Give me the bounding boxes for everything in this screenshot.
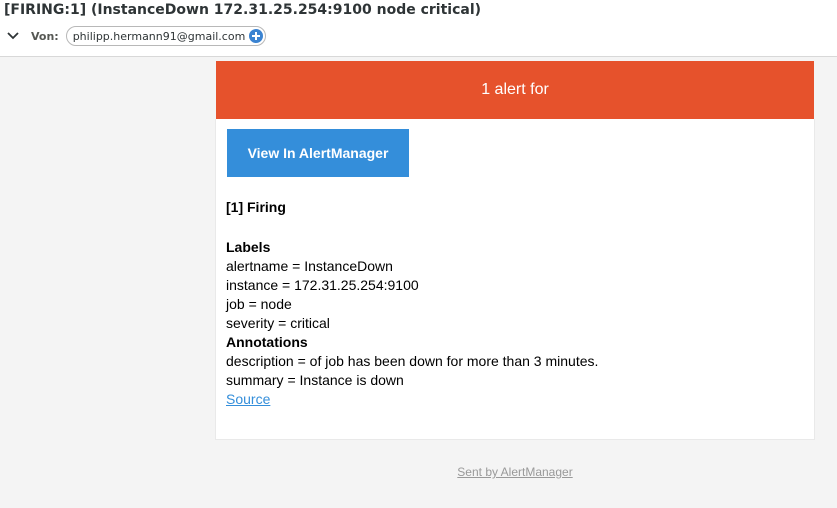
sender-address[interactable]: philipp.hermann91@gmail.com <box>73 30 246 43</box>
annotation-line: summary = Instance is down <box>226 372 404 388</box>
view-in-alertmanager-button[interactable]: View In AlertManager <box>227 129 409 177</box>
label-line: alertname = InstanceDown <box>226 258 393 274</box>
from-row: Von: philipp.hermann91@gmail.com <box>6 26 267 46</box>
chevron-down-icon[interactable] <box>6 29 20 43</box>
alert-banner: 1 alert for <box>216 61 814 119</box>
add-contact-icon[interactable] <box>249 29 264 43</box>
labels-heading: Labels <box>226 239 271 255</box>
label-line: severity = critical <box>226 315 330 331</box>
firing-heading: [1] Firing <box>226 199 286 215</box>
alert-banner-text: 1 alert for <box>481 81 549 98</box>
sent-by-alertmanager-link[interactable]: Sent by AlertManager <box>457 465 572 479</box>
label-line: job = node <box>226 296 292 312</box>
alert-card: View In AlertManager [1] Firing Labels a… <box>215 119 815 440</box>
annotations-heading: Annotations <box>226 334 308 350</box>
email-subject: [FIRING:1] (InstanceDown 172.31.25.254:9… <box>4 2 482 18</box>
from-label: Von: <box>31 29 59 43</box>
label-line: instance = 172.31.25.254:9100 <box>226 277 419 293</box>
message-header: [FIRING:1] (InstanceDown 172.31.25.254:9… <box>0 0 837 57</box>
sender-address-pill[interactable]: philipp.hermann91@gmail.com <box>65 26 267 46</box>
alert-content: [1] Firing Labels alertname = InstanceDo… <box>226 198 598 409</box>
source-link[interactable]: Source <box>226 390 598 409</box>
footer: Sent by AlertManager <box>216 465 814 479</box>
annotation-line: description = of job has been down for m… <box>226 353 599 369</box>
